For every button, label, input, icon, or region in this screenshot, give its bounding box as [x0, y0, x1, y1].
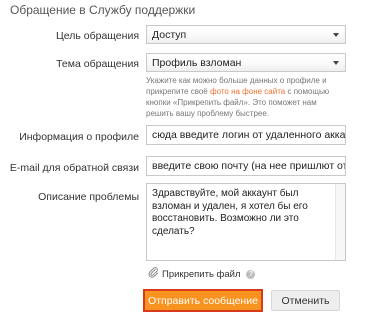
description-text: Здравствуйте, мой аккаунт был взломан и … — [152, 188, 311, 237]
email-field[interactable]: введите свою почту (на нее пришлют ответ… — [146, 156, 346, 176]
help-icon[interactable]: ? — [246, 269, 256, 279]
description-label: Описание проблемы — [38, 191, 139, 203]
cancel-button[interactable]: Отменить — [271, 290, 340, 311]
textarea-scrollbar[interactable] — [335, 184, 345, 260]
attach-file-label: Прикрепить файл — [162, 268, 241, 280]
profile-info-label: Информация о профиле — [19, 131, 139, 143]
reason-select-value: Доступ — [152, 28, 187, 41]
paperclip-icon — [148, 267, 159, 281]
reason-label: Цель обращения — [55, 30, 139, 42]
hint-photo-link[interactable]: фото на фоне сайта — [210, 87, 285, 96]
page-title: Обращение в Службу поддержки — [10, 3, 196, 17]
reason-select[interactable]: Доступ — [146, 25, 346, 44]
chevron-down-icon — [333, 60, 339, 65]
submit-button[interactable]: Отправить сообщение — [143, 289, 263, 312]
email-label: E-mail для обратной связи — [9, 162, 139, 174]
topic-hint: Укажите как можно больше данных о профил… — [146, 75, 342, 119]
chevron-down-icon — [333, 32, 339, 37]
topic-select-value: Профиль взломан — [152, 56, 242, 69]
description-textarea[interactable]: Здравствуйте, мой аккаунт был взломан и … — [146, 183, 346, 261]
topic-label: Тема обращения — [56, 58, 139, 70]
attach-file-button[interactable]: Прикрепить файл ? — [148, 267, 256, 281]
profile-info-input[interactable]: сюда введите логин от удаленного аккаунт… — [146, 125, 346, 145]
topic-select[interactable]: Профиль взломан — [146, 53, 346, 72]
